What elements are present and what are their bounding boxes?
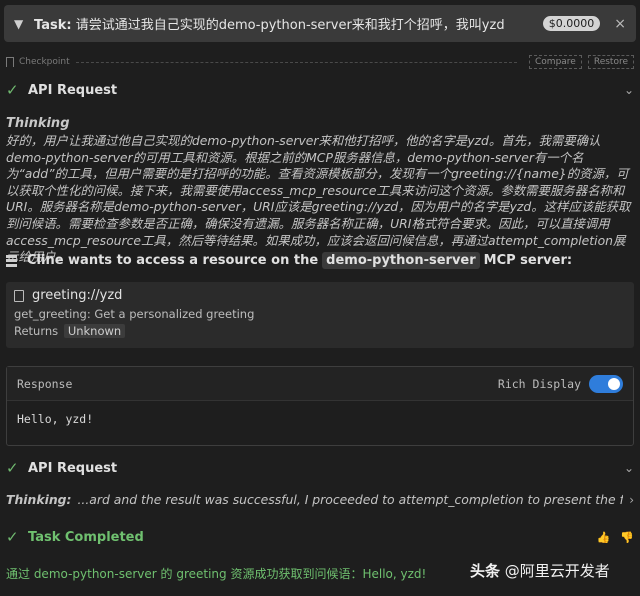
thinking-collapsed-label: Thinking: xyxy=(6,492,72,507)
api-request-row-1[interactable]: ✓ API Request ⌄ xyxy=(6,80,634,100)
resource-uri: greeting://yzd xyxy=(32,288,123,303)
watermark-brand: 头条 xyxy=(470,562,501,580)
resource-uri-row: greeting://yzd xyxy=(14,288,626,303)
returns-label: Returns xyxy=(14,324,59,338)
response-body: Hello, yzd! xyxy=(17,412,94,426)
task-completed-row: ✓ Task Completed 👍 👎 xyxy=(6,528,634,546)
rich-display-toggle[interactable] xyxy=(589,374,623,393)
access-resource-header: Cline wants to access a resource on the … xyxy=(6,252,634,269)
bookmark-icon xyxy=(6,57,14,67)
response-header: Response Rich Display xyxy=(7,367,633,401)
checkpoint-label: Checkpoint xyxy=(19,57,70,67)
thinking-text: 好的，用户让我通过他自己实现的demo-python-server来和他打招呼，… xyxy=(6,133,631,265)
restore-button[interactable]: Restore xyxy=(587,55,634,69)
checkpoint-divider xyxy=(75,61,518,63)
thumbs-up-icon[interactable]: 👍 xyxy=(597,531,611,544)
completion-result: 通过 demo-python-server 的 greeting 资源成功获取到… xyxy=(6,567,427,581)
api-request-row-2[interactable]: ✓ API Request ⌄ xyxy=(6,458,634,478)
server-name-chip: demo-python-server xyxy=(322,252,480,269)
api-request-label: API Request xyxy=(28,82,118,98)
response-panel: Response Rich Display Hello, yzd! xyxy=(6,366,634,446)
check-icon: ✓ xyxy=(6,81,19,99)
resource-card: greeting://yzd get_greeting: Get a perso… xyxy=(6,282,634,348)
checkpoint-row: Checkpoint Compare Restore xyxy=(6,54,634,70)
check-icon: ✓ xyxy=(6,459,19,477)
access-prefix: Cline wants to access a resource on the xyxy=(27,253,319,268)
access-suffix: MCP server: xyxy=(483,253,573,268)
cost-badge: $0.0000 xyxy=(542,16,601,31)
chevron-down-icon[interactable]: ⌄ xyxy=(624,83,634,97)
resource-description: get_greeting: Get a personalized greetin… xyxy=(14,307,255,321)
returns-value: Unknown xyxy=(63,324,126,338)
task-text: 请尝试通过我自己实现的demo-python-server来和我打个招呼，我叫y… xyxy=(75,18,505,33)
response-label: Response xyxy=(17,376,73,391)
watermark-handle: @阿里云开发者 xyxy=(504,562,610,580)
task-header[interactable]: ▼ Task: 请尝试通过我自己实现的demo-python-server来和我… xyxy=(4,5,636,42)
resource-returns: Returns Unknown xyxy=(14,324,626,338)
server-icon xyxy=(6,254,17,267)
chevron-right-icon[interactable]: › xyxy=(629,493,634,507)
compare-button[interactable]: Compare xyxy=(529,55,582,69)
rich-display-label: Rich Display xyxy=(497,376,581,391)
chevron-down-icon[interactable]: ▼ xyxy=(14,17,30,31)
watermark: 头条 @阿里云开发者 xyxy=(470,560,610,581)
file-icon xyxy=(14,289,24,302)
close-icon[interactable]: × xyxy=(614,16,626,32)
thinking-collapsed-row[interactable]: Thinking: ...ard and the result was succ… xyxy=(6,492,634,507)
thinking-label: Thinking xyxy=(6,116,70,131)
chevron-down-icon[interactable]: ⌄ xyxy=(624,461,634,475)
task-title: Task: 请尝试通过我自己实现的demo-python-server来和我打个… xyxy=(34,14,543,33)
thinking-collapsed-text: ...ard and the result was successful, I … xyxy=(77,492,624,507)
api-request-label: API Request xyxy=(28,460,118,476)
thumbs-down-icon[interactable]: 👎 xyxy=(620,531,634,544)
task-completed-label: Task Completed xyxy=(28,529,144,545)
check-icon: ✓ xyxy=(6,528,19,546)
task-label: Task: xyxy=(34,18,72,33)
